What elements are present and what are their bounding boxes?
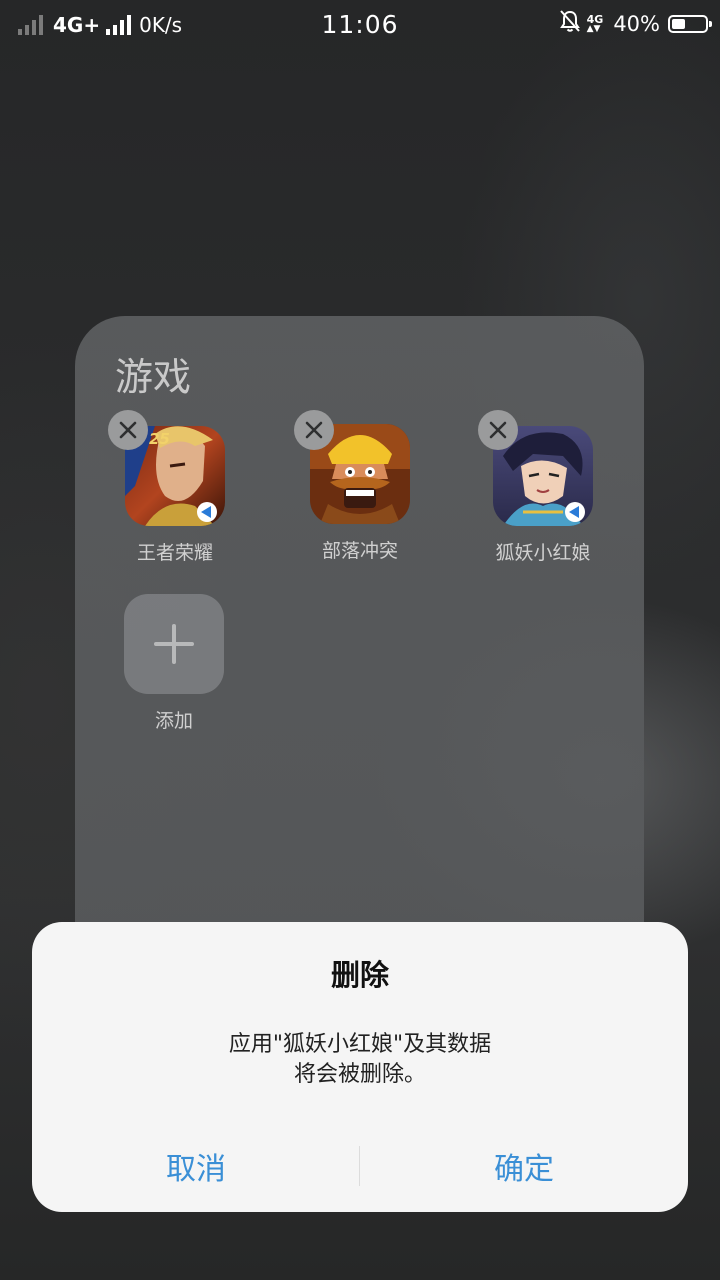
cancel-button[interactable]: 取消 bbox=[32, 1144, 360, 1188]
close-icon bbox=[119, 421, 137, 439]
dialog-message-line1: 应用"狐妖小红娘"及其数据 bbox=[228, 1032, 492, 1057]
add-label: 添加 bbox=[154, 710, 193, 732]
network-type-secondary: 4G ▲▼ bbox=[587, 14, 604, 34]
battery-fill bbox=[672, 19, 685, 29]
folder-title[interactable]: 游戏 bbox=[115, 346, 191, 401]
remove-app-button[interactable] bbox=[108, 410, 148, 450]
app-label: 狐妖小红娘 bbox=[495, 542, 591, 564]
battery-percent: 40% bbox=[613, 12, 660, 36]
data-arrows-icon: ▲▼ bbox=[586, 24, 601, 34]
app-folder: 游戏 25 王者荣耀 部落冲突 狐妖小红娘 添加 bbox=[75, 316, 644, 1016]
add-app-tile[interactable]: 添加 bbox=[104, 594, 244, 733]
battery-nub bbox=[709, 21, 712, 27]
dialog-title: 删除 bbox=[330, 958, 389, 992]
confirm-button[interactable]: 确定 bbox=[360, 1144, 688, 1188]
plus-icon bbox=[154, 624, 194, 664]
app-clash-of-clans[interactable]: 部落冲突 bbox=[290, 410, 430, 563]
app-label: 部落冲突 bbox=[321, 540, 398, 562]
close-icon bbox=[489, 421, 507, 439]
close-icon bbox=[305, 421, 323, 439]
delete-dialog: 删除 应用"狐妖小红娘"及其数据 将会被删除。 取消 确定 bbox=[32, 922, 688, 1212]
dialog-message: 应用"狐妖小红娘"及其数据 将会被删除。 bbox=[32, 1030, 688, 1090]
app-fox-spirit-matchmaker[interactable]: 狐妖小红娘 bbox=[473, 410, 613, 565]
add-app-button[interactable] bbox=[124, 594, 224, 694]
silent-bell-icon bbox=[559, 9, 581, 39]
svg-text:25: 25 bbox=[149, 430, 170, 448]
status-right: 4G ▲▼ 40% bbox=[559, 9, 712, 39]
battery-icon bbox=[668, 15, 712, 33]
app-honor-of-kings[interactable]: 25 王者荣耀 bbox=[105, 410, 245, 565]
app-label: 王者荣耀 bbox=[136, 542, 213, 564]
remove-app-button[interactable] bbox=[478, 410, 518, 450]
dialog-message-line2: 将会被删除。 bbox=[293, 1062, 426, 1087]
status-bar: 4G+ 0K/s 11:06 4G ▲▼ 40% bbox=[0, 0, 720, 50]
remove-app-button[interactable] bbox=[294, 410, 334, 450]
